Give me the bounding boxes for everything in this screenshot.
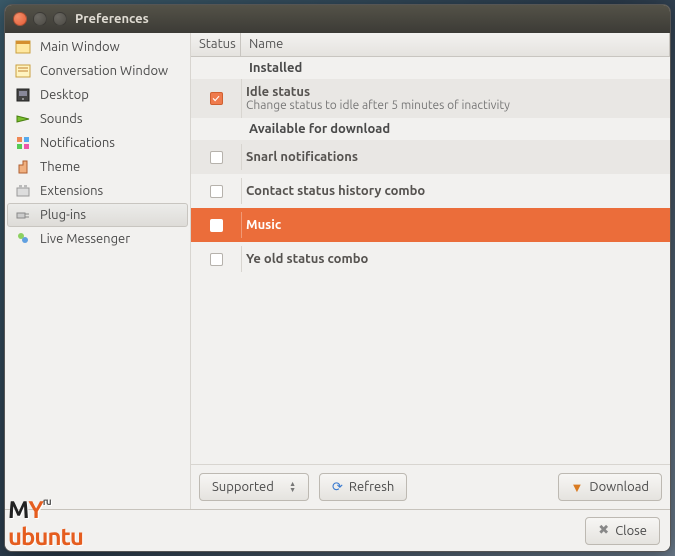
plugin-row-music[interactable]: Music [191,208,670,242]
titlebar[interactable]: Preferences [5,5,670,33]
combo-arrows-icon: ▲▼ [289,481,296,493]
plugin-checkbox[interactable] [210,253,223,266]
column-header-status[interactable]: Status [191,33,241,56]
main-window-icon [14,38,32,56]
plugin-checkbox[interactable] [210,219,223,232]
filter-value: Supported [212,480,274,494]
sidebar-item-conversation[interactable]: Conversation Window [7,59,188,83]
refresh-label: Refresh [349,480,394,494]
plugin-row-idle-status[interactable]: Idle status Change status to idle after … [191,79,670,118]
plugin-toolbar: Supported ▲▼ ⟳ Refresh ▼ Download [191,464,670,509]
conversation-icon [14,62,32,80]
theme-icon [14,158,32,176]
dialog-footer: ✖ Close [5,509,670,551]
download-label: Download [589,480,649,494]
close-label: Close [615,524,647,538]
minimize-window-icon[interactable] [33,12,47,26]
desktop-icon [14,86,32,104]
preferences-window: Preferences Main Window Conversation Win… [4,4,671,552]
plugin-checkbox[interactable] [210,151,223,164]
window-controls [13,12,67,26]
plugin-row-snarl[interactable]: Snarl notifications [191,140,670,174]
sidebar-item-sounds[interactable]: Sounds [7,107,188,131]
sidebar-item-label: Extensions [40,184,103,198]
sidebar-item-label: Plug-ins [40,208,86,222]
sidebar-item-label: Desktop [40,88,89,102]
window-body: Main Window Conversation Window Desktop … [5,33,670,509]
sidebar-item-theme[interactable]: Theme [7,155,188,179]
sidebar-item-desktop[interactable]: Desktop [7,83,188,107]
sidebar-item-notifications[interactable]: Notifications [7,131,188,155]
section-available: Available for download [191,118,670,140]
close-window-icon[interactable] [13,12,27,26]
plugin-row-ye-old[interactable]: Ye old status combo [191,242,670,276]
plugin-name: Contact status history combo [246,184,666,198]
extensions-icon [14,182,32,200]
table-header: Status Name [191,33,670,57]
refresh-icon: ⟳ [332,480,343,495]
live-messenger-icon [14,230,32,248]
notifications-icon [14,134,32,152]
plugin-checkbox[interactable] [210,185,223,198]
close-icon: ✖ [598,523,609,538]
plugins-icon [14,206,32,224]
content-area: Status Name Installed Idle status Change… [191,33,670,509]
filter-combo[interactable]: Supported ▲▼ [199,473,309,501]
sidebar-item-label: Notifications [40,136,115,150]
plugin-name: Music [246,218,666,232]
sidebar-item-extensions[interactable]: Extensions [7,179,188,203]
sidebar: Main Window Conversation Window Desktop … [5,33,191,509]
refresh-button[interactable]: ⟳ Refresh [319,473,407,501]
column-header-name[interactable]: Name [241,33,670,56]
plugin-checkbox[interactable] [210,92,223,105]
close-button[interactable]: ✖ Close [585,517,660,545]
sidebar-item-main-window[interactable]: Main Window [7,35,188,59]
download-icon: ▼ [571,480,584,495]
sidebar-item-label: Sounds [40,112,83,126]
sounds-icon [14,110,32,128]
sidebar-item-label: Conversation Window [40,64,168,78]
sidebar-item-plugins[interactable]: Plug-ins [7,203,188,227]
plugin-name: Snarl notifications [246,150,666,164]
sidebar-item-label: Live Messenger [40,232,130,246]
plugin-name: Ye old status combo [246,252,666,266]
plugin-name: Idle status [246,85,666,99]
plugin-list: Installed Idle status Change status to i… [191,57,670,464]
download-button[interactable]: ▼ Download [558,473,662,501]
plugin-description: Change status to idle after 5 minutes of… [246,99,666,112]
plugin-row-contact-history[interactable]: Contact status history combo [191,174,670,208]
sidebar-item-live-messenger[interactable]: Live Messenger [7,227,188,251]
sidebar-item-label: Theme [40,160,80,174]
window-title: Preferences [75,12,149,26]
section-installed: Installed [191,57,670,79]
sidebar-item-label: Main Window [40,40,120,54]
maximize-window-icon[interactable] [53,12,67,26]
